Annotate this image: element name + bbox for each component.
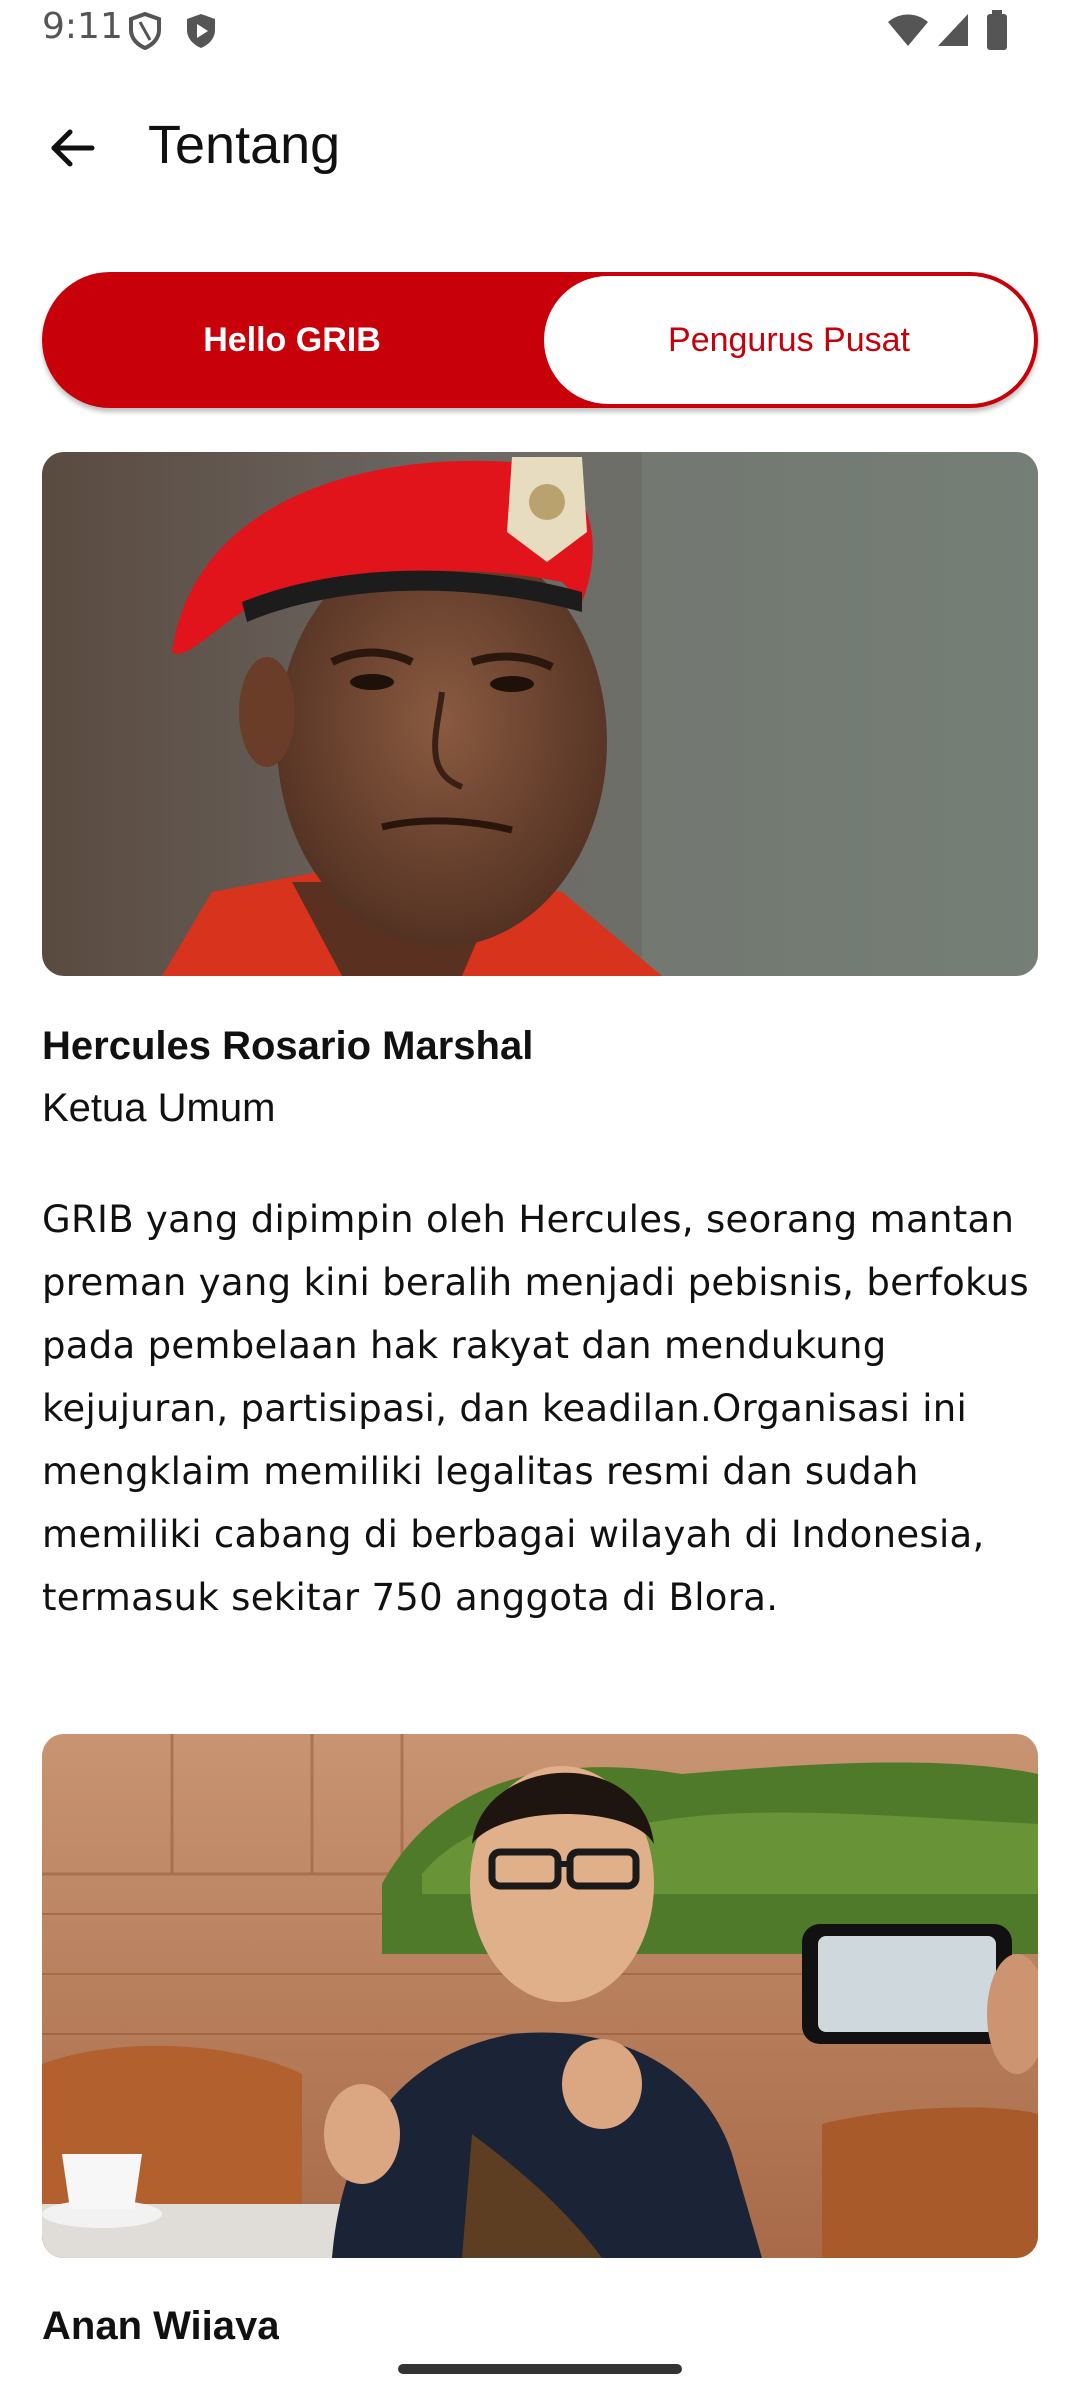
- profile-name: Hercules Rosario Marshal: [42, 1024, 534, 1068]
- battery-icon: [986, 10, 1008, 55]
- back-button[interactable]: [30, 108, 114, 192]
- profile-description: GRIB yang dipimpin oleh Hercules, seoran…: [42, 1198, 1029, 1619]
- arrow-back-icon: [48, 124, 96, 177]
- segmented-tabs: Hello GRIB Pengurus Pusat: [42, 272, 1038, 408]
- wifi-icon: [886, 14, 930, 53]
- tab-pengurus-pusat[interactable]: Pengurus Pusat: [544, 276, 1034, 404]
- page-title: Tentang: [148, 115, 341, 175]
- profile-role: Ketua Umum: [42, 1086, 276, 1130]
- tab-hello-grib[interactable]: Hello GRIB: [42, 272, 542, 408]
- profile-name: Anan Wijaya: [42, 2304, 280, 2340]
- app-bar: Tentang: [0, 90, 1080, 206]
- shield-outline-icon: [128, 11, 162, 55]
- profile-photo-anan: [42, 1734, 1038, 2258]
- signal-icon: [936, 12, 970, 53]
- profile-photo-hercules: [42, 452, 1038, 976]
- status-bar: 9:11: [0, 0, 1080, 62]
- shield-play-icon: [184, 12, 218, 55]
- status-time: 9:11: [42, 6, 123, 47]
- screen: 9:11 Tentang Hello GRIB Pengurus Pusat H…: [0, 0, 1080, 2400]
- home-indicator[interactable]: [398, 2364, 682, 2374]
